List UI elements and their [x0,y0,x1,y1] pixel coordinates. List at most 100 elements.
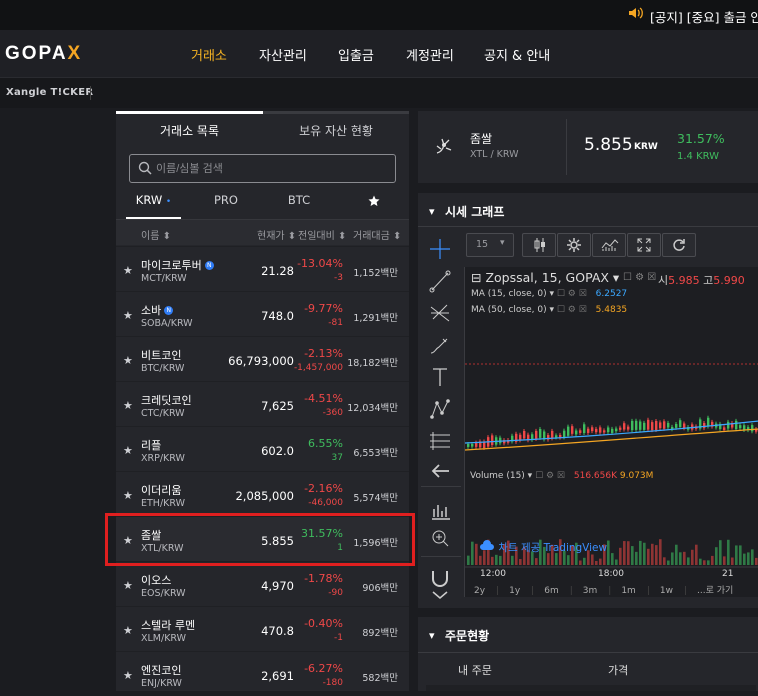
indicators-button[interactable] [592,233,626,257]
col-name[interactable]: 이름 ⬍ [141,227,171,242]
star-icon[interactable]: ★ [123,354,133,367]
nav-account[interactable]: 계정관리 [406,45,454,64]
search-input[interactable] [156,159,391,179]
trendline-tool[interactable] [421,265,459,297]
range-3m[interactable]: 3m [583,586,598,596]
tab-holdings[interactable]: 보유 자산 현황 [263,111,409,148]
visibility-icon[interactable]: ☐ ⚙ ☒ [623,272,656,283]
star-icon[interactable]: ★ [123,444,133,457]
star-icon[interactable]: ★ [123,489,133,502]
volume-bar [683,551,686,565]
candle [583,424,586,434]
candle [619,427,622,430]
collapse-chevron-icon[interactable]: ▾ [429,205,435,218]
table-row[interactable]: ★ 이오스 EOS/KRW 4,970 -1.78% -90 906백만 [116,561,409,606]
zoom-icon[interactable] [421,523,459,555]
coin-info-panel: 좀쌀 XTL / KRW 5.855 KRW 31.57% 1.4 KRW [418,111,758,183]
search-box[interactable] [129,154,396,183]
col-volume[interactable]: 거래대금 ⬍ [353,227,401,242]
notice-bar[interactable]: [공지] [중요] 출금 안 [0,0,758,30]
range-2y[interactable]: 2y [474,586,485,596]
table-row[interactable]: ★ 비트코인 BTC/KRW 66,793,000 -2.13% -1,457,000 18… [116,336,409,381]
range-1m[interactable]: 1m [621,586,636,596]
position-tool[interactable] [421,493,459,525]
fullscreen-button[interactable] [627,233,661,257]
volume-bar [715,547,718,565]
table-row[interactable]: ★ 이더리움 ETH/KRW 2,085,000 -2.16% -46,000 5,574백… [116,471,409,516]
range-6m[interactable]: 6m [544,586,559,596]
change-percent: -13.04% [297,257,343,270]
back-arrow-icon[interactable] [421,455,459,487]
fib-tool[interactable] [421,297,459,329]
col-change[interactable]: 전일대비 ⬍ [298,227,346,242]
candle [475,442,478,447]
table-row[interactable]: ★ 스텔라 루멘 XLM/KRW 470.8 -0.40% -1 892백만 [116,606,409,651]
table-row[interactable]: ★ 소바 N SOBA/KRW 748.0 -9.77% -81 1,291백만 [116,291,409,336]
tradingview-watermark[interactable]: 차트 제공 TradingView [479,539,607,555]
coin-symbol: BTC/KRW [141,363,185,374]
star-icon [368,195,380,206]
brush-tool[interactable] [421,329,459,361]
table-row[interactable]: ★ 리플 XRP/KRW 602.0 6.55% 37 6,553백만 [116,426,409,471]
volume-label: Volume (15) ▾ ☐ ⚙ ☒ 516.656K 9.073M [470,471,654,481]
collapse-chevron-icon[interactable]: ▾ [429,629,435,642]
candle [623,423,626,430]
candle [551,430,554,439]
coin-name: 비트코인 [141,349,182,362]
pattern-tool[interactable] [421,393,459,425]
change-percent: -4.51% [304,392,343,405]
volume-bar [491,556,494,565]
crosshair-tool[interactable] [421,233,459,265]
coin-name: 스텔라 루멘 [141,619,196,632]
measure-tool[interactable] [421,425,459,457]
cloud-icon [480,540,494,550]
tab-pro[interactable]: PRO [206,193,246,219]
volume-bar [579,560,582,565]
chevron-down-icon[interactable] [421,585,459,617]
current-price: 2,085,000 [235,489,294,503]
star-icon[interactable]: ★ [123,669,133,682]
range-1w[interactable]: 1w [660,586,673,596]
table-row[interactable]: ★ 크레딧코인 CTC/KRW 7,625 -4.51% -360 12,034백만 [116,381,409,426]
star-icon[interactable]: ★ [123,624,133,637]
notice-text[interactable]: [공지] [중요] 출금 안 [650,7,758,26]
table-row[interactable]: ★ 엔진코인 ENJ/KRW 2,691 -6.27% -180 582백만 [116,651,409,696]
divider [418,226,758,227]
current-price: 748.0 [261,309,294,323]
text-tool[interactable] [421,361,459,393]
tab-exchange-list[interactable]: 거래소 목록 [116,111,263,148]
star-icon[interactable]: ★ [123,579,133,592]
goto-date[interactable]: ...로 가기 [697,586,733,596]
candle [571,426,574,434]
nav-notice[interactable]: 공지 & 안내 [484,45,550,64]
volume-bar [751,549,754,565]
nav-deposit-withdraw[interactable]: 입출금 [338,45,374,64]
star-icon[interactable]: ★ [123,399,133,412]
nav-assets[interactable]: 자산관리 [259,45,307,64]
candle-type-button[interactable] [522,233,556,257]
time-label: 21 [722,569,734,579]
gopax-logo[interactable]: GOPAX [5,43,82,65]
table-row[interactable]: ★ 마이크로투버 N MCT/KRW 21.28 -13.04% -3 1,152백만 [116,246,409,291]
refresh-button[interactable] [662,233,696,257]
volume-bar [651,543,654,565]
interval-select[interactable]: 15 ▾ [466,233,514,257]
current-price: 66,793,000 [228,354,294,368]
star-icon[interactable]: ★ [123,309,133,322]
volume-bar [719,540,722,565]
tab-btc[interactable]: BTC [279,193,319,219]
volume-bar [611,553,614,565]
star-icon[interactable]: ★ [123,264,133,277]
xangle-ticker-label[interactable]: Xangle T!CKER [6,87,93,98]
range-1y[interactable]: 1y [509,586,520,596]
chart-canvas[interactable]: ⊟ Zopssal, 15, GOPAX ▾ ☐ ⚙ ☒ 시5.985 고5.9… [464,267,758,597]
change-amount: -180 [322,678,343,688]
tab-krw[interactable]: KRW • [126,193,181,219]
nav-exchange[interactable]: 거래소 [191,45,227,64]
candle [599,427,602,433]
col-price[interactable]: 현재가 ⬍ [257,227,296,242]
volume-bar [567,555,570,565]
candle [655,420,658,431]
tab-favorites[interactable] [359,195,389,221]
settings-button[interactable] [557,233,591,257]
